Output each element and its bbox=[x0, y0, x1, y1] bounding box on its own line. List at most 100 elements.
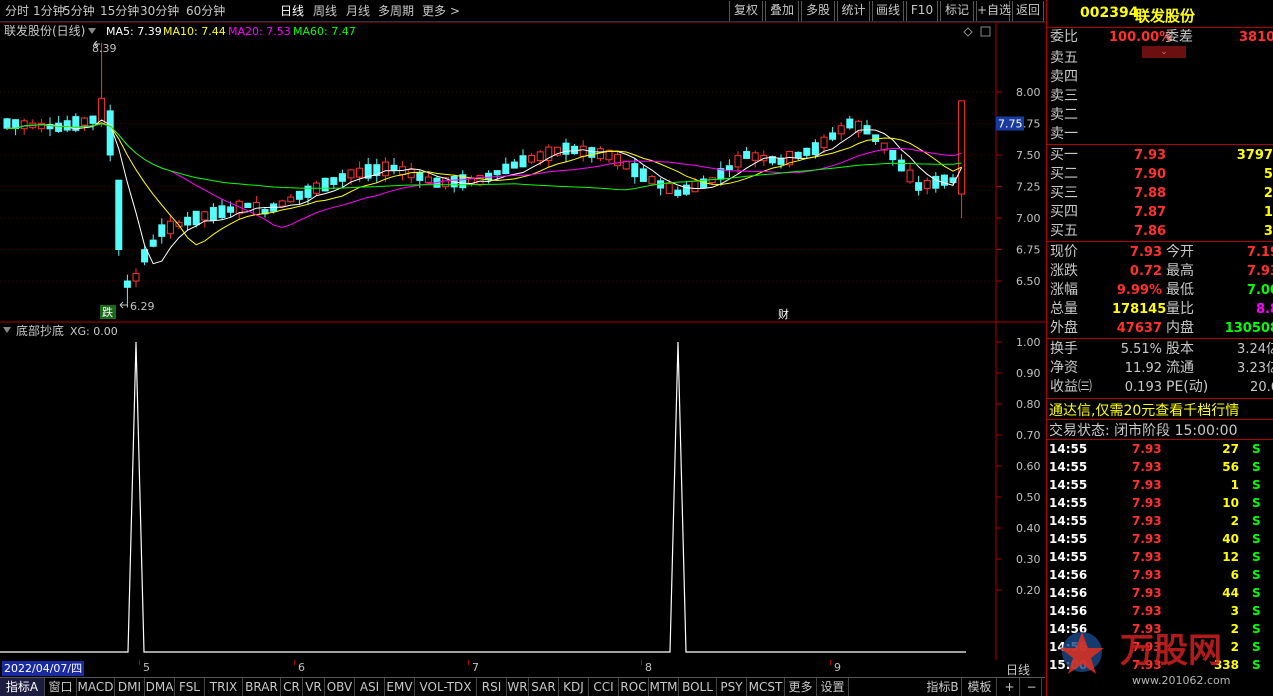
toolbar-button[interactable]: 多股 bbox=[801, 1, 835, 21]
indicator-tab[interactable]: BOLL bbox=[679, 678, 717, 696]
promo-link[interactable]: 通达信,仅需20元查看千档行情 bbox=[1049, 400, 1239, 420]
indicator-tab[interactable]: DMI bbox=[115, 678, 145, 696]
tick-time: 14:56 bbox=[1049, 568, 1088, 582]
stat-value: 178145 bbox=[1112, 302, 1167, 317]
candle-body bbox=[209, 207, 217, 221]
buy-price: 7.86 bbox=[1134, 224, 1167, 239]
period-tab[interactable]: 周线 bbox=[313, 3, 337, 19]
indicator-tab[interactable]: MCST bbox=[747, 678, 785, 696]
indicator-tick-label: 0.40 bbox=[1016, 522, 1041, 535]
toolbar-button[interactable]: 标记 bbox=[940, 1, 974, 21]
indicator-tab[interactable]: CR bbox=[281, 678, 303, 696]
indicator-tab[interactable]: OBV bbox=[325, 678, 355, 696]
toolbar-button[interactable]: 统计 bbox=[837, 1, 870, 21]
period-tab[interactable]: 月线 bbox=[346, 3, 370, 19]
indicator-tab[interactable]: CCI bbox=[589, 678, 619, 696]
indicator-tab[interactable]: 窗口 bbox=[45, 678, 77, 696]
period-tab[interactable]: 5分钟 bbox=[63, 3, 95, 19]
weicha-value: 3810 bbox=[1239, 30, 1273, 45]
indicator-tab[interactable]: WR bbox=[507, 678, 529, 696]
watermark-brand-text: 万股网 bbox=[1120, 631, 1222, 671]
tick-price: 7.93 bbox=[1132, 586, 1162, 600]
candle-body bbox=[674, 189, 682, 196]
date-tick-label: 8 bbox=[645, 661, 652, 674]
period-tab[interactable]: 分时 bbox=[5, 3, 29, 19]
sell-label: 卖二 bbox=[1050, 107, 1078, 123]
sell-row: 卖三 bbox=[1047, 87, 1273, 106]
candle-body bbox=[571, 145, 579, 155]
indicator-tab[interactable]: 指标A bbox=[0, 678, 45, 696]
indicator-tab[interactable]: VR bbox=[303, 678, 325, 696]
indicator-b-tab[interactable]: 指标B bbox=[924, 678, 962, 696]
ma-legend-item: MA10: 7.44 bbox=[163, 25, 226, 38]
indicator-b-tab[interactable]: − bbox=[1022, 678, 1042, 696]
ma-legend: 联发股份(日线) MA5: 7.39 MA10: 7.44 MA20: 7.53 MA6… bbox=[4, 23, 356, 38]
indicator-title: 底部抄底 bbox=[16, 323, 64, 338]
indicator-tab[interactable]: 设置 bbox=[817, 678, 849, 696]
candle-body bbox=[734, 155, 742, 168]
tick-time: 14:55 bbox=[1049, 442, 1088, 456]
buy-label: 买一 bbox=[1050, 147, 1078, 163]
indicator-tab[interactable]: EMV bbox=[385, 678, 415, 696]
date-tick-label: 6 bbox=[298, 661, 305, 674]
period-tab[interactable]: 1分钟 bbox=[33, 3, 65, 19]
event-tag-label: 财 bbox=[778, 307, 789, 321]
period-tab[interactable]: 30分钟 bbox=[140, 3, 179, 19]
indicator-tab[interactable]: SAR bbox=[529, 678, 559, 696]
low-price-label: 6.29 bbox=[130, 300, 155, 313]
indicator-tab[interactable]: MTM bbox=[649, 678, 679, 696]
candle-body bbox=[794, 151, 802, 159]
sell-row: 卖四 bbox=[1047, 68, 1273, 87]
stat-row: 收益㈢ 0.193 PE(动) 20.6 bbox=[1047, 378, 1273, 397]
toolbar-button[interactable]: 叠加 bbox=[765, 1, 799, 21]
stat-label: 换手 bbox=[1050, 341, 1078, 357]
tick-time: 14:55 bbox=[1049, 550, 1088, 564]
indicator-tab[interactable]: DMA bbox=[145, 678, 175, 696]
period-tab[interactable]: 60分钟 bbox=[186, 3, 225, 19]
period-tab[interactable]: 日线 bbox=[280, 3, 304, 19]
toolbar-button[interactable]: F10 bbox=[906, 1, 938, 21]
sell-label: 卖四 bbox=[1050, 69, 1078, 85]
buy-volume: 30 bbox=[1263, 224, 1273, 239]
kline-chart-area[interactable]: 8.00 7.75 7.50 7.25 7.00 6.75 6.50 7.75 联发股份(日线)… bbox=[0, 22, 1045, 660]
tick-volume: 2 bbox=[1230, 514, 1239, 528]
stat-row: 涨跌 0.72 最高 7.93 bbox=[1047, 262, 1273, 281]
tick-side: S bbox=[1252, 514, 1261, 528]
buy-volume: 57 bbox=[1263, 167, 1273, 182]
indicator-tab[interactable]: BRAR bbox=[243, 678, 281, 696]
candle-body bbox=[510, 161, 518, 169]
period-tab[interactable]: 15分钟 bbox=[100, 3, 139, 19]
price-tick-label: 7.25 bbox=[1016, 181, 1041, 194]
candle-body bbox=[390, 164, 398, 171]
indicator-tab[interactable]: ROC bbox=[619, 678, 649, 696]
toolbar-button[interactable]: 画线 bbox=[872, 1, 904, 21]
candle-body bbox=[89, 115, 97, 124]
candle-body bbox=[958, 100, 966, 195]
indicator-b-tab[interactable]: 模板 bbox=[963, 678, 997, 696]
indicator-b-tab[interactable]: + bbox=[1000, 678, 1020, 696]
toolbar-button[interactable]: 复权 bbox=[729, 1, 763, 21]
indicator-tab[interactable]: MACD bbox=[77, 678, 115, 696]
indicator-tab[interactable]: FSL bbox=[175, 678, 205, 696]
toolbar-button[interactable]: 返回 bbox=[1012, 1, 1044, 21]
toolbar-button[interactable]: +自选 bbox=[976, 1, 1011, 21]
candle-body bbox=[20, 120, 28, 130]
stat-value: 0.193 bbox=[1124, 380, 1162, 395]
candle-body bbox=[476, 174, 484, 186]
period-toolbar: 分时 1分钟 5分钟 15分钟 30分钟 60分钟 日线 周线 月线 多周期 更多 > 复权 叠加 多股统… bbox=[0, 0, 1045, 22]
indicator-tab[interactable]: PSY bbox=[717, 678, 747, 696]
indicator-tab[interactable]: TRIX bbox=[205, 678, 243, 696]
tick-price: 7.93 bbox=[1132, 460, 1162, 474]
indicator-tab[interactable]: ASI bbox=[355, 678, 385, 696]
indicator-tab[interactable]: 更多 bbox=[785, 678, 817, 696]
period-tab[interactable]: 更多 > bbox=[422, 3, 460, 19]
stat-label: 涨跌 bbox=[1050, 263, 1078, 279]
tick-volume: 12 bbox=[1222, 550, 1239, 564]
indicator-tab[interactable]: KDJ bbox=[559, 678, 589, 696]
candle-body bbox=[12, 119, 20, 130]
indicator-tab[interactable]: VOL-TDX bbox=[415, 678, 477, 696]
period-tab[interactable]: 多周期 bbox=[378, 3, 414, 19]
indicator-tab[interactable]: RSI bbox=[477, 678, 507, 696]
indicator-tick-label: 0.30 bbox=[1016, 553, 1041, 566]
candle-body bbox=[906, 169, 914, 183]
